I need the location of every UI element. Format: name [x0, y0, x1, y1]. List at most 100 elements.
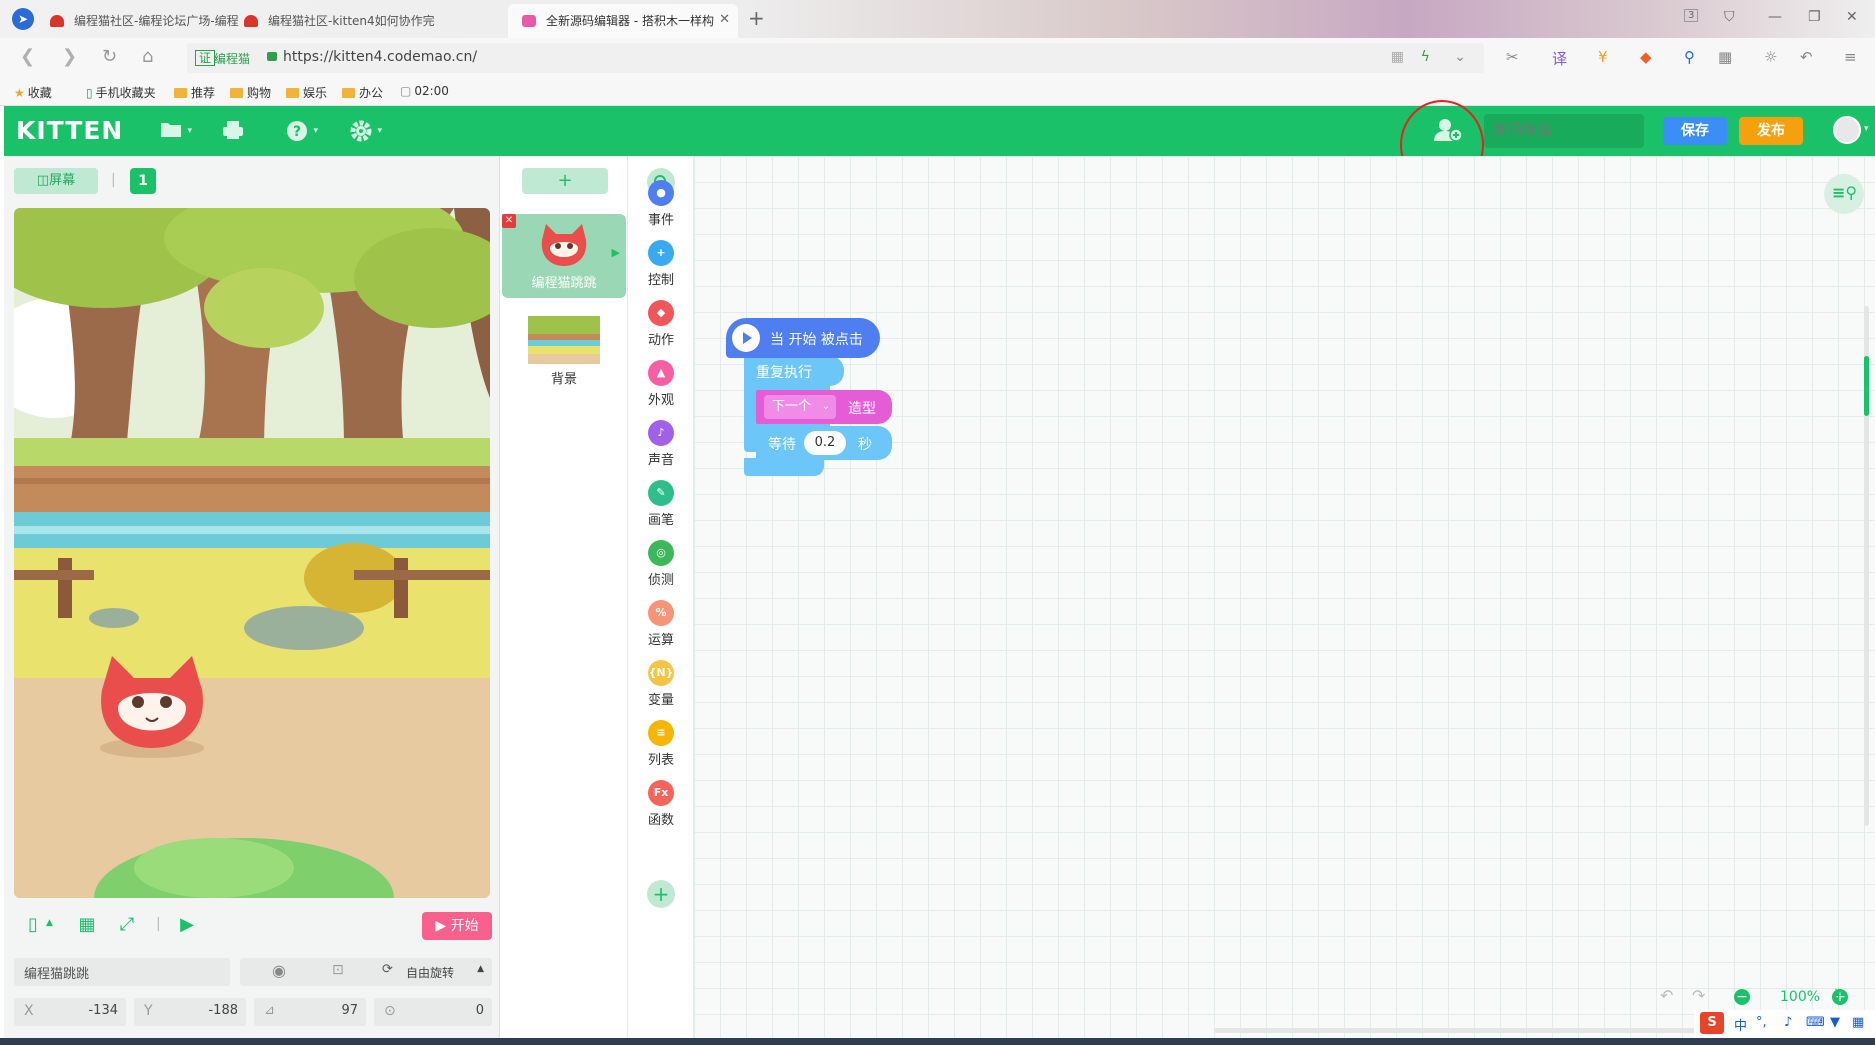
search-icon[interactable]: ⚲	[1684, 48, 1695, 66]
qr-icon[interactable]: ▦	[1391, 49, 1404, 65]
category-function[interactable]: Fx 函数	[628, 780, 694, 830]
category-sensing[interactable]: ◎ 侦测	[628, 540, 694, 590]
category-looks[interactable]: ▲ 外观	[628, 360, 694, 410]
category-motion[interactable]: ◆ 动作	[628, 300, 694, 350]
category-operator[interactable]: % 运算	[628, 600, 694, 650]
category-sound[interactable]: ♪ 声音	[628, 420, 694, 470]
close-window-icon[interactable]: ✕	[1846, 9, 1858, 25]
kitten-logo[interactable]: KITTEN	[16, 116, 123, 145]
bookmark-shopping[interactable]: 购物	[230, 84, 271, 101]
bookmark-mobile[interactable]: ▯ 手机收藏夹	[86, 84, 156, 101]
url-text[interactable]: https://kitten4.codemao.cn/	[283, 49, 477, 65]
bookmark-recommend[interactable]: 推荐	[174, 84, 215, 101]
scissors-icon[interactable]: ✂	[1506, 48, 1519, 66]
vertical-scrollbar-thumb[interactable]	[1864, 356, 1869, 416]
wait-seconds-input[interactable]: 0.2	[804, 431, 846, 455]
sprite-card[interactable]: 编程猫跳跳 ▶	[502, 214, 626, 298]
add-collaborator-icon[interactable]	[1434, 118, 1463, 142]
reload-icon[interactable]: ↻	[102, 46, 117, 67]
bookmark-office[interactable]: 办公	[342, 84, 383, 101]
accelerate-icon[interactable]: ϟ	[1421, 49, 1430, 65]
align-blocks-icon[interactable]: ⊫	[1834, 985, 1848, 1004]
print-icon[interactable]	[222, 120, 244, 140]
microphone-icon[interactable]: ♪	[1784, 1015, 1792, 1030]
category-variable[interactable]: {N} 变量	[628, 660, 694, 710]
menu-icon[interactable]: ≡	[1844, 48, 1857, 66]
redo-icon[interactable]: ↷	[1692, 986, 1705, 1005]
undo-icon[interactable]: ↶	[1800, 48, 1813, 66]
bookmark-page[interactable]: ▢ 02:00	[400, 84, 449, 98]
avatar[interactable]	[1833, 116, 1861, 144]
chevron-down-icon[interactable]: ⌄	[1454, 49, 1466, 65]
back-icon[interactable]: ❮	[20, 46, 35, 67]
x-field[interactable]: X -134	[14, 998, 126, 1026]
save-button[interactable]: 保存	[1663, 117, 1727, 145]
direction-field[interactable]: ⊙ 0	[374, 998, 492, 1026]
minimize-icon[interactable]: —	[1768, 9, 1782, 25]
add-sprite-button[interactable]: +	[522, 168, 608, 194]
skin-icon[interactable]: ▼	[1830, 1015, 1840, 1030]
work-name-input[interactable]	[1484, 114, 1644, 148]
game-icon[interactable]: ◆	[1640, 48, 1652, 66]
sprite-card[interactable]: 背景	[522, 312, 606, 392]
restore-icon[interactable]: ❐	[1808, 9, 1821, 25]
browser-tab-3[interactable]: 全新源码编辑器 - 搭积木一样构 ✕	[508, 4, 738, 38]
chevron-right-icon[interactable]: ▶	[612, 246, 620, 259]
video-icon[interactable]: ▶	[176, 914, 198, 936]
brightness-icon[interactable]: ☼	[1764, 48, 1777, 66]
sogou-logo-icon[interactable]: S	[1700, 1012, 1724, 1034]
new-tab-icon[interactable]: +	[748, 6, 765, 30]
when-start-clicked-block[interactable]: 当 开始 被点击	[726, 318, 880, 358]
stage-canvas[interactable]	[14, 208, 490, 898]
category-control[interactable]: + 控制	[628, 240, 694, 290]
punctuation-icon[interactable]: °,	[1756, 1015, 1767, 1030]
undo-icon[interactable]: ↶	[1660, 986, 1673, 1005]
fullscreen-icon[interactable]: ⤢	[116, 914, 138, 936]
browser-tab-2[interactable]: 编程猫社区-kitten4如何协作完	[230, 4, 460, 38]
delete-sprite-icon[interactable]: ✕	[502, 214, 516, 228]
ime-language[interactable]: 中	[1734, 1015, 1747, 1034]
search-code-button[interactable]: ≡⚲	[1824, 174, 1864, 214]
category-list[interactable]: ≡ 列表	[628, 720, 694, 770]
size-field[interactable]: ⊿ 97	[254, 998, 366, 1026]
screen-button[interactable]: ◫屏幕	[14, 168, 98, 194]
help-icon[interactable]: ? ▾	[286, 120, 318, 141]
category-event[interactable]: ● 事件	[628, 180, 694, 230]
sprite-name-field[interactable]: 编程猫跳跳	[14, 958, 230, 986]
phone-frame-icon[interactable]: ▯	[22, 914, 44, 936]
chevron-down-icon[interactable]: ▾	[1864, 124, 1869, 134]
home-icon[interactable]: ⌂	[142, 46, 153, 67]
lock-toggle[interactable]: ⊡	[306, 958, 376, 986]
forward-icon[interactable]: ❯	[62, 46, 77, 67]
screen-number[interactable]: 1	[130, 168, 156, 194]
keyboard-icon[interactable]: ⌨	[1806, 1015, 1825, 1030]
close-tab-icon[interactable]: ✕	[719, 12, 730, 27]
toolbox-icon[interactable]: ▦	[1852, 1015, 1864, 1030]
y-field[interactable]: Y -188	[134, 998, 246, 1026]
apps-grid-icon[interactable]: ▦	[1718, 48, 1732, 66]
category-pen[interactable]: ✎ 画笔	[628, 480, 694, 530]
start-button[interactable]: ▶ 开始	[422, 912, 492, 940]
code-workspace[interactable]: ≡⚲ 重复执行 当 开始 被点击 下一个 ⌄ 造型 等待 0.2 秒 ↶ ↷ −…	[694, 156, 1875, 1045]
file-menu-icon[interactable]: ▾	[160, 120, 192, 140]
add-extension-button[interactable]: +	[647, 880, 675, 908]
grid-icon[interactable]: ▦	[76, 914, 98, 936]
horizontal-scrollbar[interactable]	[1214, 1028, 1734, 1033]
rotation-mode-select[interactable]: ⟳ 自由旋转 ▲	[370, 958, 492, 986]
settings-gear-icon[interactable]: ▾	[350, 120, 382, 142]
zoom-out-button[interactable]: −	[1734, 989, 1750, 1005]
bookmark-favorites[interactable]: ★ 收藏	[14, 84, 52, 101]
svg-text:?: ?	[293, 124, 301, 140]
costume-dropdown[interactable]: 下一个 ⌄	[764, 395, 836, 419]
wait-block[interactable]: 等待 0.2 秒	[756, 426, 892, 460]
address-bar[interactable]: 证 编程猫 https://kitten4.codemao.cn/ ⌄ ϟ ▦	[187, 43, 1484, 73]
chevron-up-icon[interactable]: ▲	[46, 918, 53, 928]
switch-costume-block[interactable]: 下一个 ⌄ 造型	[756, 390, 892, 424]
skin-icon[interactable]: ⛉	[1724, 9, 1735, 25]
translate-icon[interactable]: 译	[1552, 48, 1567, 69]
publish-button[interactable]: 发布	[1739, 117, 1803, 145]
bookmark-entertainment[interactable]: 娱乐	[286, 84, 327, 101]
coin-icon[interactable]: ¥	[1598, 48, 1608, 66]
window-count-badge[interactable]: 3	[1684, 9, 1699, 22]
browser-logo-icon[interactable]: ➤	[12, 8, 34, 30]
